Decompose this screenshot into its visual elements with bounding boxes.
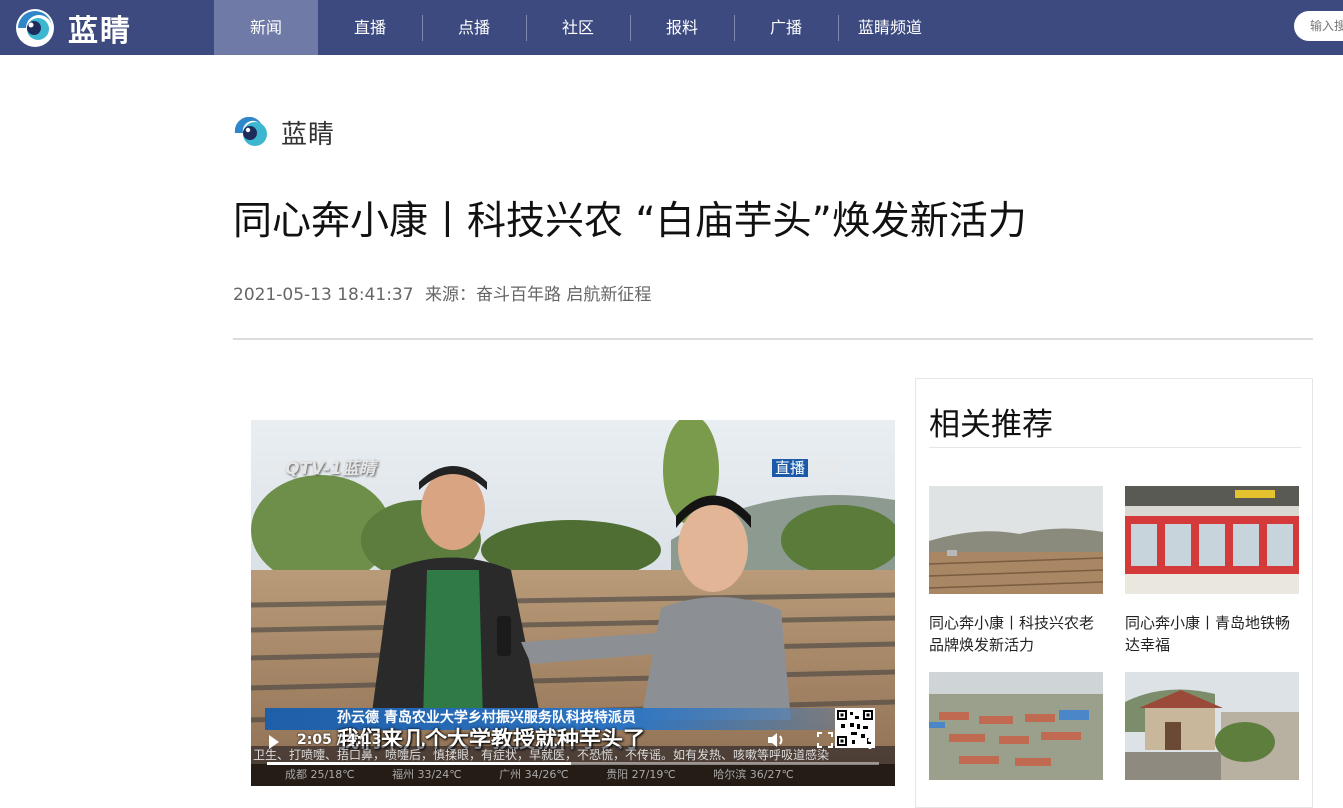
main-nav: 新闻 直播 点播 社区 报料 广播 蓝睛频道 bbox=[214, 0, 942, 55]
header-divider bbox=[233, 338, 1313, 340]
blue-eye-logo-icon bbox=[234, 116, 267, 146]
farm-field-thumbnail bbox=[929, 486, 1103, 594]
article-source-logo: 蓝睛 bbox=[233, 114, 335, 151]
live-quality-tag: 直播 高清 bbox=[772, 457, 840, 478]
related-card[interactable] bbox=[1125, 672, 1299, 798]
article-source[interactable]: 来源：奋斗百年路 启航新征程 bbox=[425, 285, 651, 305]
article-logo-text: 蓝睛 bbox=[281, 120, 336, 150]
brand-name: 蓝睛 bbox=[68, 14, 132, 49]
channel-watermark: QTV-1蓝睛 bbox=[285, 459, 376, 479]
more-options-icon[interactable] bbox=[867, 730, 873, 750]
play-icon[interactable] bbox=[269, 735, 279, 749]
weather-item: 成都 25/18℃ bbox=[285, 768, 355, 781]
quality-label: 高清 bbox=[810, 459, 841, 477]
blue-eye-logo-icon bbox=[16, 9, 54, 47]
related-card-caption: 同心奔小康丨科技兴农老品牌焕发新活力 bbox=[929, 614, 1095, 654]
nav-item-live[interactable]: 直播 bbox=[318, 0, 422, 55]
nav-item-news[interactable]: 新闻 bbox=[214, 0, 318, 55]
related-card[interactable]: 同心奔小康丨青岛地铁畅达幸福 bbox=[1125, 486, 1299, 656]
video-time: 2:05 / 4:13 bbox=[297, 732, 382, 748]
nav-item-on-demand[interactable]: 点播 bbox=[422, 0, 526, 55]
article-title: 同心奔小康丨科技兴农 “白庙芋头”焕发新活力 bbox=[233, 199, 1027, 244]
related-panel: 相关推荐 同心奔小康丨科技兴农老品牌焕发新活力 同心奔小康丨青岛地铁畅达幸福 bbox=[915, 378, 1313, 808]
nav-item-radio[interactable]: 广播 bbox=[734, 0, 838, 55]
top-navigation-bar: 蓝睛 新闻 直播 点播 社区 报料 广播 蓝睛频道 bbox=[0, 0, 1343, 55]
video-player[interactable]: QTV-1蓝睛 直播 高清 孙云德 青岛农业大学乡村振兴服务队科技特派员 我们来几… bbox=[251, 420, 895, 786]
video-controls: 2:05 / 4:13 bbox=[251, 724, 895, 760]
nav-item-community[interactable]: 社区 bbox=[526, 0, 630, 55]
weather-item: 哈尔滨 36/27℃ bbox=[713, 768, 794, 781]
video-progress-bar[interactable] bbox=[267, 762, 879, 765]
related-card-caption: 同心奔小康丨青岛地铁畅达幸福 bbox=[1125, 614, 1291, 654]
related-divider bbox=[929, 447, 1301, 448]
related-card[interactable] bbox=[929, 672, 1103, 798]
article-meta: 2021-05-13 18:41:37 来源：奋斗百年路 启航新征程 bbox=[233, 280, 651, 305]
fullscreen-icon[interactable] bbox=[817, 732, 833, 748]
related-card[interactable]: 同心奔小康丨科技兴农老品牌焕发新活力 bbox=[929, 486, 1103, 656]
village-courtyard-thumbnail bbox=[1125, 672, 1299, 780]
subway-platform-thumbnail bbox=[1125, 486, 1299, 594]
video-progress-fill bbox=[267, 762, 571, 765]
weather-item: 贵阳 27/19℃ bbox=[606, 768, 676, 781]
weather-item: 广州 34/26℃ bbox=[499, 768, 569, 781]
related-title: 相关推荐 bbox=[929, 407, 1053, 443]
nav-item-channel[interactable]: 蓝睛频道 bbox=[838, 0, 942, 55]
search-input[interactable] bbox=[1294, 11, 1343, 41]
site-logo[interactable]: 蓝睛 bbox=[10, 6, 132, 50]
volume-icon[interactable] bbox=[767, 731, 787, 749]
nav-item-report[interactable]: 报料 bbox=[630, 0, 734, 55]
article-datetime: 2021-05-13 18:41:37 bbox=[233, 285, 414, 305]
live-badge: 直播 bbox=[772, 459, 809, 477]
weather-item: 福州 33/24℃ bbox=[392, 768, 462, 781]
aerial-village-thumbnail bbox=[929, 672, 1103, 780]
weather-bar: 成都 25/18℃ 福州 33/24℃ 广州 34/26℃ 贵阳 27/19℃ … bbox=[251, 764, 895, 786]
